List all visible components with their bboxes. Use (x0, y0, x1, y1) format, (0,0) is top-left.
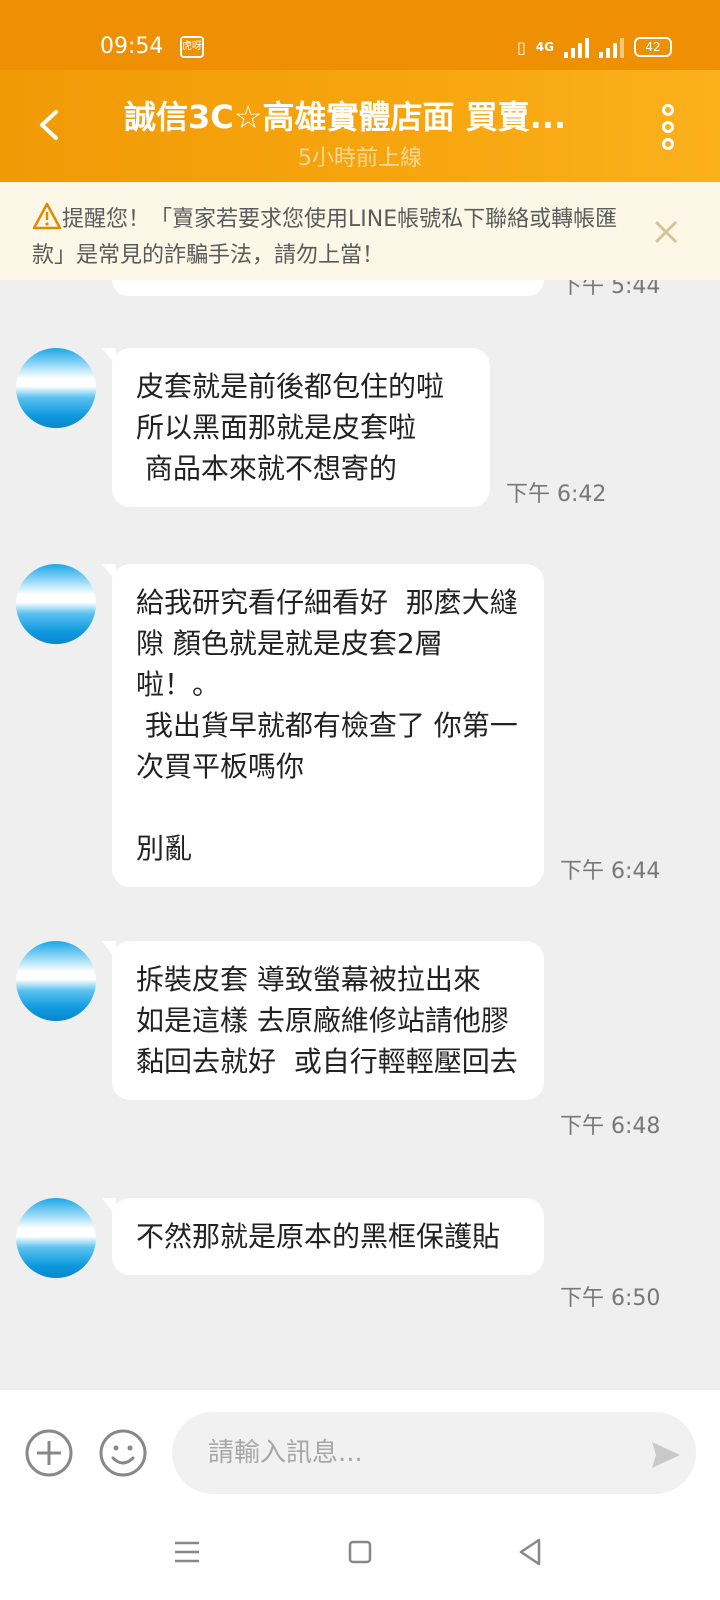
online-status: 5小時前上線 (298, 146, 422, 171)
app-notification-icon: 虎呀 (180, 36, 204, 58)
previous-message-bubble (112, 280, 544, 296)
system-back-icon[interactable] (518, 1538, 542, 1566)
signal-icon (564, 36, 589, 58)
add-attachment-icon[interactable] (24, 1428, 74, 1478)
seller-avatar[interactable] (16, 348, 96, 428)
fraud-warning-banner: 提醒您！「賣家若要求您使用LINE帳號私下聯絡或轉帳匯款」是常見的詐騙手法，請勿… (0, 182, 720, 280)
signal-icon-2 (599, 36, 624, 58)
status-time: 09:54 (100, 34, 164, 59)
network-type: 4G (535, 40, 554, 54)
chat-messages[interactable]: 下午 5:44 皮套就是前後都包住的啦 所以黑面那就是皮套啦 商品本來就不想寄的… (0, 280, 720, 1390)
seller-avatar[interactable] (16, 1198, 96, 1278)
chat-title[interactable]: 誠信3C☆高雄實體店面 買賣... (124, 92, 604, 138)
status-bar: 09:54 虎呀 ▯ 4G 42 (0, 0, 720, 70)
home-icon[interactable] (348, 1540, 372, 1564)
message-input[interactable] (172, 1412, 696, 1494)
message-bubble: 皮套就是前後都包住的啦 所以黑面那就是皮套啦 商品本來就不想寄的 (102, 348, 490, 507)
seller-avatar[interactable] (16, 941, 96, 1021)
message-time: 下午 6:50 (560, 1286, 661, 1311)
message-bubble: 不然那就是原本的黑框保護貼 (102, 1198, 544, 1275)
warning-icon (32, 202, 62, 230)
recent-apps-icon[interactable] (174, 1540, 200, 1564)
back-arrow-icon[interactable] (34, 110, 64, 140)
message-time: 下午 6:44 (560, 859, 661, 884)
status-indicators: ▯ 4G 42 (517, 36, 672, 58)
close-icon[interactable] (652, 218, 680, 246)
seller-avatar[interactable] (16, 564, 96, 644)
message-time: 下午 6:48 (560, 1114, 661, 1139)
message-bubble: 拆裝皮套 導致螢幕被拉出來 如是這樣 去原廠維修站請他膠黏回去就好 或自行輕輕壓… (102, 941, 544, 1100)
send-icon[interactable] (650, 1440, 682, 1470)
message-bubble: 給我研究看仔細看好 那麼大縫隙 顏色就是就是皮套2層啦！。 我出貨早就都有檢查了… (102, 564, 544, 887)
previous-message-time: 下午 5:44 (560, 280, 661, 299)
battery-icon: 42 (634, 37, 672, 57)
warning-text: 提醒您！「賣家若要求您使用LINE帳號私下聯絡或轉帳匯款」是常見的詐騙手法，請勿… (32, 207, 618, 268)
vibrate-icon: ▯ (516, 37, 526, 57)
message-time: 下午 6:42 (506, 482, 607, 507)
more-options-icon[interactable] (660, 104, 676, 150)
emoji-icon[interactable] (98, 1428, 148, 1478)
